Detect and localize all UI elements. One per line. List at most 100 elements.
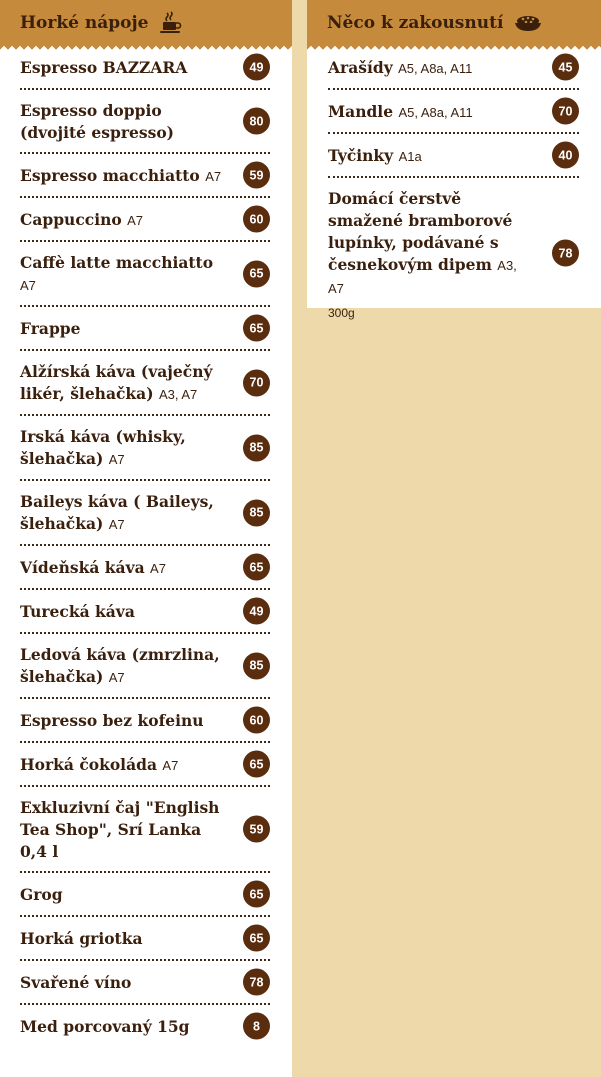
item-allergens: A7 <box>108 452 125 467</box>
price-badge: 70 <box>552 97 579 125</box>
item-name-text: Turecká káva <box>20 602 135 621</box>
hot-drinks-list: Espresso BAZZARA 49 Espresso doppio (dvoji… <box>0 46 292 1047</box>
menu-item: Arašídy A5, A8a, A11 45 <box>328 46 579 90</box>
item-name: Espresso doppio (dvojité espresso) <box>20 100 224 144</box>
menu-item: Grog 65 <box>20 873 270 917</box>
item-name-text: Espresso bez kofeinu <box>20 711 204 730</box>
item-allergens: A7 <box>20 278 36 293</box>
item-allergens: A5, A8a, A11 <box>398 60 473 76</box>
item-allergens: A7 <box>162 757 179 773</box>
item-name-text: Svařené víno <box>20 973 132 992</box>
item-name: Espresso macchiatto A7 <box>20 165 224 188</box>
menu-item: Espresso BAZZARA 49 <box>20 46 270 90</box>
price-badge: 60 <box>243 205 270 233</box>
item-name: Exkluzivní čaj "English Tea Shop", Srí L… <box>20 797 224 863</box>
item-name-text: Cappuccino <box>20 209 122 229</box>
hot-drinks-title: Horké nápoje <box>20 13 149 33</box>
item-name: Caffè latte macchiatto A7 <box>20 252 224 297</box>
menu-item: Cappuccino A7 60 <box>20 198 270 242</box>
item-weight: 300g <box>328 306 355 320</box>
snack-bowl-icon <box>513 11 542 35</box>
item-name-text: Horká griotka <box>20 929 143 948</box>
menu-item: Domácí čerstvě smažené bramborové lupínk… <box>328 178 579 328</box>
price-badge: 49 <box>243 597 270 625</box>
menu-item: Baileys káva ( Baileys, šlehačka) A7 85 <box>20 481 270 546</box>
price-badge: 65 <box>243 880 270 908</box>
item-name-text: Caffè latte macchiatto <box>20 253 214 272</box>
menu-item: Caffè latte macchiatto A7 65 <box>20 242 270 307</box>
item-name-text: Espresso macchiatto <box>20 165 200 185</box>
item-allergens: A7 <box>108 670 125 685</box>
snacks-list: Arašídy A5, A8a, A11 45 Mandle A5, A8a, A1… <box>307 46 601 328</box>
item-name: Vídeňská káva A7 <box>20 557 224 580</box>
item-name: Baileys káva ( Baileys, šlehačka) A7 <box>20 491 224 536</box>
price-badge: 49 <box>243 53 270 81</box>
snacks-title: Něco k zakousnutí <box>327 13 504 33</box>
snacks-column: Něco k zakousnutí Arašídy A5, A8a, A11 45… <box>307 0 601 320</box>
item-name: Svařené víno <box>20 972 224 994</box>
menu-item: Espresso macchiatto A7 59 <box>20 154 270 198</box>
item-allergens: A7 <box>205 168 222 184</box>
menu-item: Frappe 65 <box>20 307 270 351</box>
item-name-text: Med porcovaný 15g <box>20 1017 190 1036</box>
item-name: Ledová káva (zmrzlina, šlehačka) A7 <box>20 644 224 689</box>
item-allergens: A7 <box>127 212 144 228</box>
price-badge: 45 <box>552 53 579 81</box>
item-name: Grog <box>20 884 224 906</box>
item-allergens: A7 <box>108 517 125 532</box>
item-name: Domácí čerstvě smažené bramborové lupínk… <box>328 188 533 300</box>
menu-item: Horká griotka 65 <box>20 917 270 961</box>
item-name: Med porcovaný 15g <box>20 1016 224 1038</box>
item-name-text: Grog <box>20 885 63 904</box>
menu-item: Vídeňská káva A7 65 <box>20 546 270 590</box>
item-name: Turecká káva <box>20 601 224 623</box>
item-allergens: A7 <box>150 560 166 576</box>
item-name: Frappe <box>20 318 224 340</box>
item-name-text: Espresso doppio (dvojité espresso) <box>20 101 175 142</box>
price-badge: 70 <box>243 369 270 396</box>
item-name-text: Mandle <box>328 101 394 121</box>
item-name-text: Arašídy <box>328 57 393 77</box>
item-name: Cappuccino A7 <box>20 209 224 232</box>
menu-item: Tyčinky A1a 40 <box>328 134 579 178</box>
menu-item: Alžírská káva (vaječný likér, šlehačka) … <box>20 351 270 416</box>
item-name: Tyčinky A1a <box>328 145 533 168</box>
price-badge: 85 <box>243 434 270 461</box>
item-name-text: Horká čokoláda <box>20 754 157 774</box>
menu-item: Exkluzivní čaj "English Tea Shop", Srí L… <box>20 787 270 873</box>
price-badge: 59 <box>243 161 270 189</box>
hot-drinks-column: Horké nápoje Espresso BAZZARA 49 Espresso … <box>0 0 292 1077</box>
item-name-text: Irská káva (whisky, šlehačka) <box>20 427 186 468</box>
snacks-header: Něco k zakousnutí <box>307 0 601 50</box>
price-badge: 65 <box>243 924 270 952</box>
item-allergens: A1a <box>398 148 422 164</box>
price-badge: 8 <box>243 1012 270 1040</box>
price-badge: 59 <box>243 815 270 843</box>
item-name: Espresso BAZZARA <box>20 57 224 79</box>
price-badge: 85 <box>243 499 270 526</box>
menu-item: Turecká káva 49 <box>20 590 270 634</box>
item-allergens: A3, A7 <box>158 387 198 402</box>
item-name: Irská káva (whisky, šlehačka) A7 <box>20 426 224 471</box>
item-name: Horká griotka <box>20 928 224 950</box>
item-name-text: Exkluzivní čaj "English Tea Shop", Srí L… <box>20 798 220 861</box>
item-name: Horká čokoláda A7 <box>20 754 224 777</box>
item-name-text: Frappe <box>20 319 81 338</box>
price-badge: 85 <box>243 652 270 679</box>
price-badge: 65 <box>243 750 270 778</box>
item-name-text: Vídeňská káva <box>20 557 145 577</box>
menu-item: Espresso bez kofeinu 60 <box>20 699 270 743</box>
item-name-text: Tyčinky <box>328 145 394 165</box>
menu-item: Espresso doppio (dvojité espresso) 80 <box>20 90 270 154</box>
item-allergens: A5, A8a, A11 <box>398 104 473 120</box>
coffee-cup-icon <box>158 11 184 35</box>
item-name: Espresso bez kofeinu <box>20 710 224 732</box>
price-badge: 40 <box>552 141 579 169</box>
hot-drinks-header: Horké nápoje <box>0 0 292 50</box>
menu-item: Med porcovaný 15g 8 <box>20 1005 270 1047</box>
menu-item: Mandle A5, A8a, A11 70 <box>328 90 579 134</box>
item-name: Alžírská káva (vaječný likér, šlehačka) … <box>20 361 224 406</box>
menu-item: Svařené víno 78 <box>20 961 270 1005</box>
price-badge: 78 <box>243 968 270 996</box>
menu-item: Horká čokoláda A7 65 <box>20 743 270 787</box>
